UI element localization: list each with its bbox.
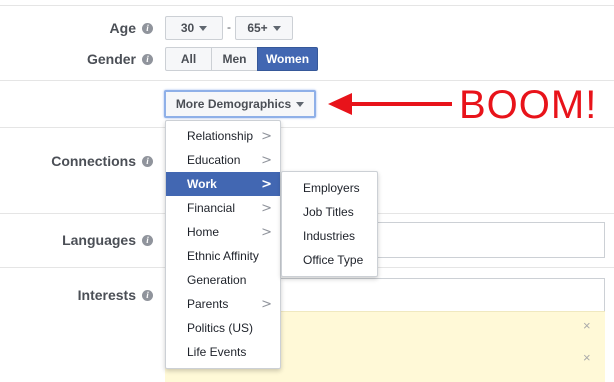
gender-men-label: Men bbox=[222, 52, 247, 66]
chevron-right-icon: > bbox=[261, 225, 272, 240]
submenu-item-label: Office Type bbox=[303, 253, 364, 267]
submenu-item-industries[interactable]: Industries bbox=[282, 224, 377, 248]
menu-item-education[interactable]: Education > bbox=[166, 148, 280, 172]
menu-item-life-events[interactable]: Life Events bbox=[166, 340, 280, 364]
menu-item-label: Parents bbox=[187, 297, 229, 311]
connections-label-text: Connections bbox=[51, 153, 136, 169]
info-icon[interactable]: i bbox=[142, 53, 153, 65]
connections-label: Connections i bbox=[51, 153, 153, 169]
info-icon[interactable]: i bbox=[142, 22, 153, 34]
info-icon[interactable]: i bbox=[142, 289, 153, 301]
age-min-value: 30 bbox=[180, 21, 195, 35]
remove-interest-icon[interactable]: × bbox=[583, 350, 591, 365]
menu-item-label: Ethnic Affinity bbox=[187, 249, 259, 263]
work-submenu: Employers Job Titles Industries Office T… bbox=[281, 171, 378, 277]
separator-age-gender bbox=[0, 80, 614, 81]
menu-item-home[interactable]: Home > bbox=[166, 220, 280, 244]
menu-item-label: Financial bbox=[187, 201, 236, 215]
gender-women-button[interactable]: Women bbox=[257, 47, 318, 71]
gender-men-button[interactable]: Men bbox=[211, 47, 258, 71]
annotation-arrow bbox=[328, 93, 452, 115]
more-demographics-label: More Demographics bbox=[175, 97, 292, 111]
languages-label-text: Languages bbox=[62, 232, 136, 248]
gender-all-button[interactable]: All bbox=[165, 47, 212, 71]
separator-top bbox=[0, 5, 614, 6]
interests-label: Interests i bbox=[78, 287, 153, 303]
submenu-item-employers[interactable]: Employers bbox=[282, 176, 377, 200]
chevron-down-icon bbox=[199, 25, 208, 31]
chevron-right-icon: > bbox=[261, 129, 272, 144]
menu-item-parents[interactable]: Parents > bbox=[166, 292, 280, 316]
chevron-down-icon bbox=[272, 25, 281, 31]
submenu-item-job-titles[interactable]: Job Titles bbox=[282, 200, 377, 224]
menu-item-ethnic-affinity[interactable]: Ethnic Affinity bbox=[166, 244, 280, 268]
gender-label: Gender i bbox=[87, 51, 153, 67]
age-separator: - bbox=[227, 20, 231, 34]
boom-annotation: BOOM! bbox=[459, 83, 598, 127]
menu-item-label: Home bbox=[187, 225, 220, 239]
menu-item-label: Work bbox=[187, 177, 217, 191]
menu-item-financial[interactable]: Financial > bbox=[166, 196, 280, 220]
info-icon[interactable]: i bbox=[142, 234, 153, 246]
separator-demographics bbox=[0, 127, 614, 128]
submenu-item-label: Job Titles bbox=[303, 205, 354, 219]
submenu-item-label: Industries bbox=[303, 229, 356, 243]
chevron-right-icon: > bbox=[261, 153, 272, 168]
submenu-item-office-type[interactable]: Office Type bbox=[282, 248, 377, 272]
demographics-menu: Relationship > Education > Work > Financ… bbox=[165, 120, 281, 369]
gender-all-label: All bbox=[180, 52, 197, 66]
remove-interest-icon[interactable]: × bbox=[583, 318, 591, 333]
menu-item-work[interactable]: Work > bbox=[166, 172, 280, 196]
menu-item-label: Generation bbox=[187, 273, 247, 287]
more-demographics-button[interactable]: More Demographics bbox=[164, 90, 316, 118]
menu-item-politics[interactable]: Politics (US) bbox=[166, 316, 280, 340]
gender-women-label: Women bbox=[265, 52, 310, 66]
menu-item-label: Life Events bbox=[187, 345, 247, 359]
age-min-select[interactable]: 30 bbox=[165, 16, 223, 40]
chevron-right-icon: > bbox=[261, 177, 272, 192]
info-icon[interactable]: i bbox=[142, 155, 153, 167]
age-label: Age i bbox=[110, 20, 153, 36]
languages-label: Languages i bbox=[62, 232, 153, 248]
interests-label-text: Interests bbox=[77, 287, 136, 303]
chevron-down-icon bbox=[296, 101, 305, 107]
chevron-right-icon: > bbox=[261, 297, 272, 312]
gender-label-text: Gender bbox=[86, 51, 136, 67]
menu-item-generation[interactable]: Generation bbox=[166, 268, 280, 292]
submenu-item-label: Employers bbox=[303, 181, 360, 195]
menu-item-label: Education bbox=[187, 153, 241, 167]
age-max-value: 65+ bbox=[247, 21, 268, 35]
chevron-right-icon: > bbox=[261, 201, 272, 216]
age-max-select[interactable]: 65+ bbox=[235, 16, 293, 40]
menu-item-label: Politics (US) bbox=[187, 321, 254, 335]
menu-item-relationship[interactable]: Relationship > bbox=[166, 124, 280, 148]
menu-item-label: Relationship bbox=[187, 129, 254, 143]
age-label-text: Age bbox=[109, 20, 136, 36]
